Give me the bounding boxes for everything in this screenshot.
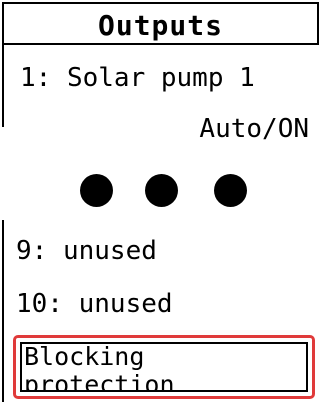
ellipsis-indicator xyxy=(0,174,321,214)
output-entry-1-state: Auto/ON xyxy=(199,114,309,144)
output-entry-1-label: 1: Solar pump 1 xyxy=(20,63,255,93)
menu-item-label: Blocking protection xyxy=(24,342,175,392)
ellipsis-dot-icon xyxy=(145,174,178,207)
output-entry-9[interactable]: 9: unused xyxy=(16,236,157,266)
menu-item-inner-border: Blocking protection xyxy=(20,342,308,392)
output-entry-10[interactable]: 10: unused xyxy=(16,289,173,319)
page-title: Outputs xyxy=(97,9,223,42)
ellipsis-dot-icon xyxy=(80,174,113,207)
ellipsis-dot-icon xyxy=(214,174,247,207)
header: Outputs xyxy=(2,2,319,45)
blocking-protection-menu-item[interactable]: Blocking protection xyxy=(13,335,315,399)
output-entry-1[interactable]: 1: Solar pump 1 Auto/ON xyxy=(2,45,319,144)
